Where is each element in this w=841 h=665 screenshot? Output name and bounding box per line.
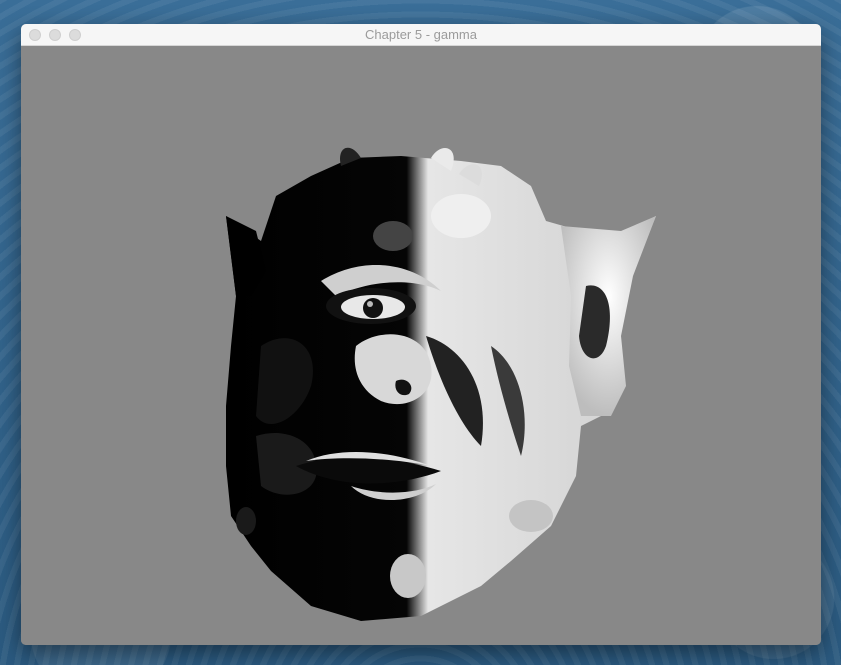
eye-glint — [367, 301, 373, 307]
gargoyle-render — [226, 147, 656, 621]
app-window: Chapter 5 - gamma — [21, 24, 821, 645]
jaw-bump-right — [509, 500, 553, 532]
forehead-shadow — [373, 221, 413, 251]
jaw-bump-left — [236, 507, 256, 535]
title-bar[interactable]: Chapter 5 - gamma — [21, 24, 821, 46]
eye-pupil — [363, 298, 383, 318]
window-title: Chapter 5 - gamma — [365, 27, 477, 42]
render-viewport[interactable] — [21, 46, 821, 645]
forehead-bump — [431, 194, 491, 238]
chin-bump — [390, 554, 426, 598]
